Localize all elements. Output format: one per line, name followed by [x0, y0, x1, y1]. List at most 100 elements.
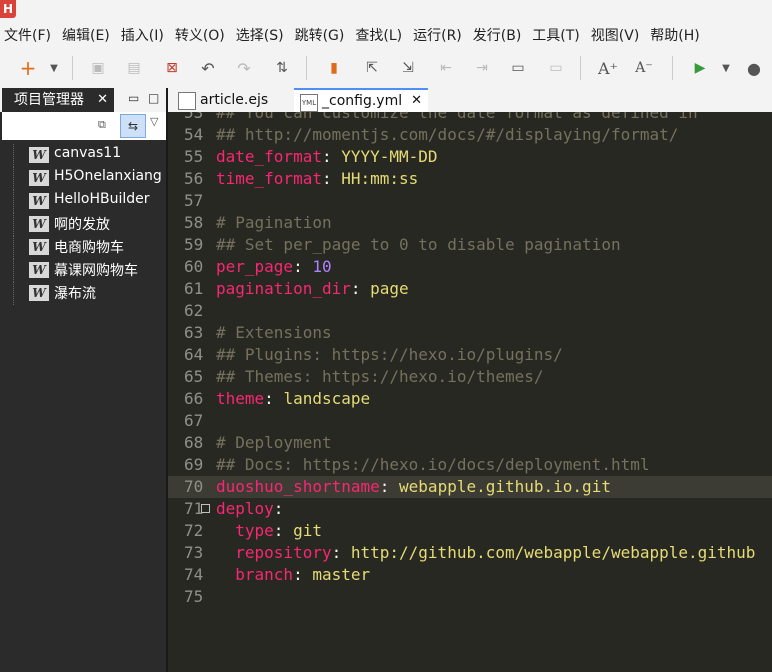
line-number: 73: [184, 543, 204, 562]
code-comment: ## Themes: https://hexo.io/themes/: [216, 367, 544, 386]
code-text: ## Set per_page to 0 to disable paginati…: [216, 234, 621, 256]
tab-article-ejs[interactable]: article.ejs: [172, 88, 292, 112]
project-label: 幕课网购物车: [54, 263, 138, 279]
panel-menu-icon[interactable]: ▽: [150, 115, 158, 128]
export-icon[interactable]: ⇲: [398, 58, 418, 78]
comment-icon[interactable]: ▭: [508, 58, 528, 78]
format-icon[interactable]: ⇅: [272, 58, 292, 78]
tree-item[interactable]: W H5Onelanxiang: [0, 167, 166, 190]
code-line[interactable]: 66 theme: landscape: [168, 388, 772, 410]
save-all-icon[interactable]: ▤: [124, 58, 144, 78]
tree-item[interactable]: W 电商购物车: [0, 236, 166, 259]
import-icon[interactable]: ⇱: [362, 58, 382, 78]
code-line[interactable]: 63 # Extensions: [168, 322, 772, 344]
code-line[interactable]: 59 ## Set per_page to 0 to disable pagina…: [168, 234, 772, 256]
code-line[interactable]: 69 ## Docs: https://hexo.io/docs/deployme…: [168, 454, 772, 476]
help-icon[interactable]: ●: [744, 58, 764, 78]
run-dropdown-icon[interactable]: ▼: [716, 58, 736, 78]
code-line[interactable]: 60 per_page: 10: [168, 256, 772, 278]
code-line[interactable]: 67: [168, 410, 772, 432]
code-line[interactable]: 65 ## Themes: https://hexo.io/themes/: [168, 366, 772, 388]
font-increase-icon[interactable]: A⁺: [598, 58, 618, 78]
code-line[interactable]: 54 ## http://momentjs.com/docs/#/displayi…: [168, 124, 772, 146]
code-separator: :: [264, 389, 284, 408]
collapse-all-icon[interactable]: ⧉: [98, 118, 106, 132]
menu-escape[interactable]: 转义(O): [171, 25, 232, 45]
code-line[interactable]: 62: [168, 300, 772, 322]
project-label: H5Onelanxiang: [54, 168, 162, 184]
dropdown-arrow-icon[interactable]: ▼: [44, 58, 64, 78]
web-project-icon: W: [29, 193, 49, 209]
menu-find[interactable]: 查找(L): [351, 25, 409, 45]
tree-item[interactable]: W HelloHBuilder: [0, 190, 166, 213]
hbuilder-logo-icon[interactable]: H: [0, 0, 16, 18]
tree-item[interactable]: W 瀑布流: [0, 282, 166, 305]
tab-config-yml[interactable]: YML _config.yml ✕: [294, 88, 428, 112]
menu-goto[interactable]: 跳转(G): [291, 25, 352, 45]
tree-guide: [13, 282, 15, 305]
redo-icon[interactable]: ↷: [234, 58, 254, 78]
indent-right-icon[interactable]: ⇥: [472, 58, 492, 78]
code-line[interactable]: 68 # Deployment: [168, 432, 772, 454]
link-editor-icon[interactable]: ⇆: [120, 114, 146, 138]
code-line[interactable]: 58 # Pagination: [168, 212, 772, 234]
project-manager-tab[interactable]: 项目管理器 ✕: [2, 88, 114, 112]
bookmark-icon[interactable]: ▮: [324, 58, 344, 78]
menu-edit[interactable]: 编辑(E): [58, 25, 117, 45]
code-line[interactable]: 75: [168, 586, 772, 608]
menu-publish[interactable]: 发行(B): [469, 25, 529, 45]
code-line[interactable]: 71 deploy:: [168, 498, 772, 520]
menu-run[interactable]: 运行(R): [409, 25, 469, 45]
undo-icon[interactable]: ↶: [198, 58, 218, 78]
font-decrease-icon[interactable]: A⁻: [634, 58, 654, 78]
code-comment: ## http://momentjs.com/docs/#/displaying…: [216, 125, 679, 144]
menu-view[interactable]: 视图(V): [587, 25, 647, 45]
code-line[interactable]: 53 ## You can customize the date format a…: [168, 112, 772, 124]
project-label: 电商购物车: [54, 240, 124, 256]
minimize-icon[interactable]: ▭: [128, 91, 139, 105]
code-text: # Extensions: [216, 322, 332, 344]
new-icon[interactable]: +: [18, 56, 38, 80]
code-line[interactable]: 61 pagination_dir: page: [168, 278, 772, 300]
code-line[interactable]: 57: [168, 190, 772, 212]
menu-help[interactable]: 帮助(H): [646, 25, 706, 45]
line-number: 55: [184, 147, 204, 166]
run-icon[interactable]: ▶: [690, 58, 710, 78]
menu-select[interactable]: 选择(S): [232, 25, 291, 45]
tree-guide: [13, 190, 15, 213]
web-project-icon: W: [29, 147, 49, 163]
close-file-icon[interactable]: ⊠: [162, 58, 182, 78]
tree-item[interactable]: W 幕课网购物车: [0, 259, 166, 282]
line-number: 58: [184, 213, 204, 232]
code-text: per_page: 10: [216, 256, 332, 278]
menu-tools[interactable]: 工具(T): [528, 25, 586, 45]
maximize-icon[interactable]: □: [148, 91, 159, 105]
indent-left-icon[interactable]: ⇤: [436, 58, 456, 78]
line-number: 69: [184, 455, 204, 474]
menu-file[interactable]: 文件(F): [0, 25, 58, 45]
tree-item[interactable]: W 啊的发放: [0, 213, 166, 236]
code-line[interactable]: 73 repository: http://github.com/webappl…: [168, 542, 772, 564]
uncomment-icon[interactable]: ▭: [546, 58, 566, 78]
code-line[interactable]: 70 duoshuo_shortname: webapple.github.io.…: [168, 476, 772, 498]
code-line[interactable]: 55 date_format: YYYY-MM-DD: [168, 146, 772, 168]
close-icon[interactable]: ✕: [411, 90, 422, 112]
code-line[interactable]: 74 branch: master: [168, 564, 772, 586]
menu-insert[interactable]: 插入(I): [117, 25, 171, 45]
code-line[interactable]: 72 type: git: [168, 520, 772, 542]
fold-toggle-icon[interactable]: [201, 504, 210, 513]
code-key: type: [216, 521, 274, 540]
code-line[interactable]: 64 ## Plugins: https://hexo.io/plugins/: [168, 344, 772, 366]
code-value: master: [312, 565, 371, 584]
code-editor[interactable]: 53 ## You can customize the date format a…: [168, 112, 772, 672]
tree-item[interactable]: W canvas11: [0, 144, 166, 167]
code-line[interactable]: 56 time_format: HH:mm:ss: [168, 168, 772, 190]
line-number: 56: [184, 169, 204, 188]
code-key: repository: [216, 543, 332, 562]
code-text: # Deployment: [216, 432, 332, 454]
toolbar-divider: [306, 56, 307, 80]
close-icon[interactable]: ✕: [97, 88, 108, 112]
web-project-icon: W: [29, 216, 49, 232]
code-comment: # Deployment: [216, 433, 332, 452]
save-icon[interactable]: ▣: [88, 58, 108, 78]
